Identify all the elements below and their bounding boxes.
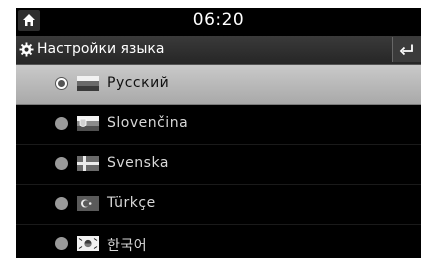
title-bar: Настройки языка <box>16 36 421 65</box>
radio-button[interactable] <box>55 237 68 250</box>
korea-flag-icon <box>77 236 99 251</box>
slovakia-flag-icon <box>77 116 99 131</box>
language-item-russian[interactable]: Русский <box>16 65 421 105</box>
head-unit-screen: 06:20 Настройки языка Русский Slovenčina… <box>16 8 421 258</box>
language-item-turkish[interactable]: Türkçe <box>16 185 421 225</box>
turkey-flag-icon <box>77 196 99 211</box>
page-title: Настройки языка <box>37 41 165 57</box>
radio-button-selected[interactable] <box>55 77 68 90</box>
russia-flag-icon <box>77 76 99 91</box>
gear-icon <box>19 42 34 57</box>
clock: 06:20 <box>192 10 245 30</box>
back-arrow-icon <box>399 44 413 56</box>
language-label: Svenska <box>107 155 169 171</box>
language-label: Русский <box>107 75 170 91</box>
language-item-korean[interactable]: 한국어 <box>16 225 421 258</box>
status-bar: 06:20 <box>16 8 421 35</box>
radio-button[interactable] <box>55 117 68 130</box>
radio-button[interactable] <box>55 157 68 170</box>
sweden-flag-icon <box>77 156 99 171</box>
language-label: 한국어 <box>107 238 148 254</box>
language-label: Slovenčina <box>107 115 189 131</box>
language-item-slovak[interactable]: Slovenčina <box>16 105 421 145</box>
back-button[interactable] <box>392 37 421 62</box>
language-list: Русский Slovenčina Svenska Türkçe 한국어 <box>16 65 421 258</box>
language-item-swedish[interactable]: Svenska <box>16 145 421 185</box>
language-label: Türkçe <box>107 195 156 211</box>
radio-button[interactable] <box>55 197 68 210</box>
